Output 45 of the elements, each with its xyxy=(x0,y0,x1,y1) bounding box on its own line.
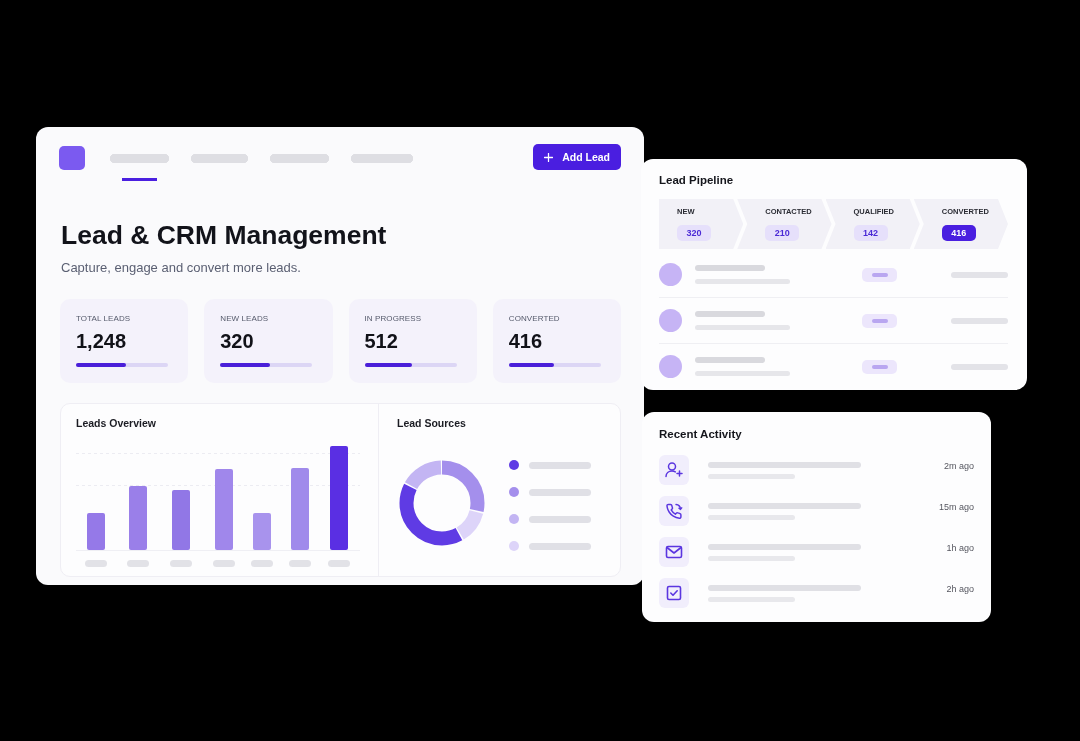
legend-label-placeholder xyxy=(529,542,591,550)
stat-value: 416 xyxy=(508,329,544,353)
stage-count: 210 xyxy=(765,225,800,241)
activity-time: 15m ago xyxy=(938,502,974,513)
user-plus-icon xyxy=(659,455,689,485)
stat-label: NEW LEADS xyxy=(220,313,270,324)
envelope-icon xyxy=(659,537,689,567)
legend-label-placeholder xyxy=(529,515,591,523)
activity-time: 2h ago xyxy=(946,584,974,595)
status-pill-placeholder xyxy=(862,267,897,282)
stage-count: 416 xyxy=(941,225,976,241)
card-title: Lead Pipeline xyxy=(659,173,735,188)
placeholder-line xyxy=(695,265,765,271)
stat-label: IN PROGRESS xyxy=(364,313,423,324)
placeholder-line xyxy=(695,311,765,317)
plus-icon xyxy=(544,152,554,162)
stat-label: CONVERTED xyxy=(508,313,561,324)
placeholder-line xyxy=(695,357,765,363)
activity-time: 1h ago xyxy=(946,543,974,554)
activity-time: 2m ago xyxy=(943,461,974,472)
legend-label-placeholder xyxy=(529,488,591,496)
add-lead-button[interactable]: Add Lead xyxy=(533,144,621,170)
placeholder-line xyxy=(951,363,1008,370)
stat-value: 1,248 xyxy=(76,329,128,353)
checked-box-icon xyxy=(659,578,689,608)
page-title: Lead & CRM Management xyxy=(61,219,388,251)
stat-value: 512 xyxy=(364,329,399,353)
avatar-icon xyxy=(659,263,682,286)
page-subtitle: Capture, engage and convert more leads. xyxy=(61,259,302,277)
avatar-icon xyxy=(659,309,682,332)
placeholder-line xyxy=(951,317,1008,324)
stat-value: 320 xyxy=(220,329,255,353)
stage-count: 142 xyxy=(853,225,888,241)
legend-label-placeholder xyxy=(529,461,591,469)
status-pill-placeholder xyxy=(862,313,897,328)
status-pill-placeholder xyxy=(862,359,897,374)
chart-title: Leads Overview xyxy=(76,416,157,430)
logo-icon xyxy=(59,146,85,170)
stat-label: TOTAL LEADS xyxy=(76,313,132,324)
stage-count: 320 xyxy=(677,225,711,241)
card-title: Recent Activity xyxy=(659,427,743,442)
chart-title: Lead Sources xyxy=(397,416,467,430)
avatar-icon xyxy=(659,355,682,378)
phone-call-icon xyxy=(659,496,689,526)
placeholder-line xyxy=(951,271,1008,278)
